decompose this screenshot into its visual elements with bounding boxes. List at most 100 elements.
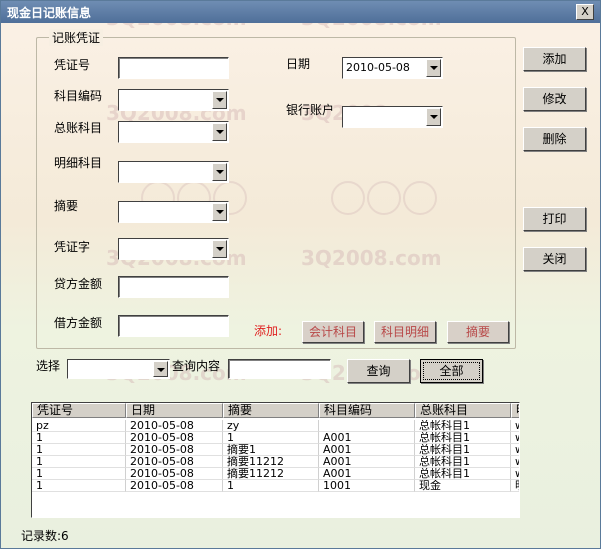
voucher-word-combo[interactable]: [118, 238, 229, 260]
table-cell: 2010-05-08: [126, 420, 223, 432]
table-cell: 总帐科目1: [415, 444, 511, 456]
column-header[interactable]: 摘要: [223, 403, 319, 418]
table-cell: 1: [32, 444, 126, 456]
column-header[interactable]: 日期: [126, 403, 223, 418]
ledger-subject-combo[interactable]: [118, 121, 229, 143]
summary-label: 摘要: [54, 199, 79, 213]
subject-code-combo[interactable]: [118, 89, 229, 111]
query-content-input[interactable]: [228, 359, 331, 379]
add-button[interactable]: 添加: [523, 47, 586, 71]
print-button[interactable]: 打印: [523, 207, 586, 231]
column-header[interactable]: 明: [511, 403, 519, 418]
chevron-down-icon[interactable]: [212, 203, 227, 221]
add-label: 添加:: [254, 324, 283, 338]
window-title: 现金日记账信息: [7, 6, 92, 20]
column-header[interactable]: 总账科目: [415, 403, 511, 418]
table-cell: A001: [319, 432, 415, 444]
date-label: 日期: [286, 57, 311, 71]
table-cell: [319, 420, 415, 432]
date-picker[interactable]: 2010-05-08: [342, 57, 443, 79]
voucher-group-title: 记账凭证: [49, 29, 104, 46]
voucher-no-label: 凭证号: [54, 58, 91, 72]
select-label: 选择: [36, 359, 61, 373]
add-subject-detail-button[interactable]: 科目明细: [374, 321, 436, 343]
table-cell: 2010-05-08: [126, 444, 223, 456]
add-summary-button[interactable]: 摘要: [447, 321, 509, 343]
table-row[interactable]: pz 2010-05-08 zy 总帐科目1 w: [32, 420, 519, 432]
voucher-no-input[interactable]: [118, 57, 229, 79]
ledger-subject-label: 总账科目: [54, 121, 103, 135]
table-cell: pz: [32, 420, 126, 432]
chevron-down-icon[interactable]: [426, 108, 441, 126]
table-cell: 总帐科目1: [415, 468, 511, 480]
table-cell: 明: [511, 480, 519, 492]
credit-amount-input[interactable]: [118, 276, 229, 298]
table-row[interactable]: 1 2010-05-08 摘要11212 A001 总帐科目1 w: [32, 468, 519, 480]
delete-button[interactable]: 删除: [523, 127, 586, 151]
chevron-down-icon[interactable]: [212, 91, 227, 109]
table-cell: 现金: [415, 480, 511, 492]
debit-amount-input[interactable]: [118, 315, 229, 337]
chevron-down-icon[interactable]: [212, 240, 227, 258]
column-header[interactable]: 凭证号: [32, 403, 126, 418]
add-accounting-subject-button[interactable]: 会计科目: [302, 321, 364, 343]
modify-button[interactable]: 修改: [523, 87, 586, 111]
close-button[interactable]: 关闭: [523, 247, 586, 271]
table-cell: 2010-05-08: [126, 456, 223, 468]
all-button[interactable]: 全部: [420, 359, 483, 383]
voucher-word-label: 凭证字: [54, 240, 91, 254]
detail-subject-label: 明细科目: [54, 156, 103, 170]
records-table[interactable]: 凭证号 日期 摘要 科目编码 总账科目 明 pz 2010-05-08 zy 总…: [31, 402, 520, 518]
table-cell: 1: [223, 432, 319, 444]
record-count: 记录数:6: [21, 529, 69, 543]
table-cell: 2010-05-08: [126, 480, 223, 492]
subject-code-label: 科目编码: [54, 89, 103, 103]
table-cell: w: [511, 444, 519, 456]
date-value: 2010-05-08: [346, 61, 410, 74]
bank-account-label: 银行账户: [286, 103, 335, 117]
chevron-down-icon[interactable]: [212, 123, 227, 141]
close-window-button[interactable]: X: [576, 4, 594, 20]
voucher-group-box: [36, 37, 516, 349]
table-cell: w: [511, 420, 519, 432]
table-cell: w: [511, 468, 519, 480]
chevron-down-icon[interactable]: [426, 59, 441, 77]
table-cell: w: [511, 456, 519, 468]
summary-combo[interactable]: [118, 201, 229, 223]
table-cell: 摘要11212: [223, 468, 319, 480]
table-cell: 1: [32, 432, 126, 444]
chevron-down-icon[interactable]: [153, 361, 168, 377]
table-row[interactable]: 1 2010-05-08 摘要11212 A001 总帐科目1 w: [32, 456, 519, 468]
table-cell: w: [511, 432, 519, 444]
table-cell: 总帐科目1: [415, 432, 511, 444]
query-content-label: 查询内容: [172, 359, 221, 373]
cash-journal-window: 3Q2008.com 3Q2008.com 3Q2008.com 3Q2008.…: [0, 0, 601, 549]
table-cell: 1: [32, 456, 126, 468]
table-cell: 1: [223, 480, 319, 492]
credit-amount-label: 贷方金额: [54, 277, 103, 291]
bank-account-combo[interactable]: [342, 106, 443, 128]
table-cell: A001: [319, 468, 415, 480]
table-row[interactable]: 1 2010-05-08 1 1001 现金 明: [32, 480, 519, 492]
table-cell: 1: [32, 480, 126, 492]
table-cell: 摘要11212: [223, 456, 319, 468]
detail-subject-combo[interactable]: [118, 161, 229, 183]
debit-amount-label: 借方金额: [54, 316, 103, 330]
table-row[interactable]: 1 2010-05-08 1 A001 总帐科目1 w: [32, 432, 519, 444]
title-bar: 现金日记账信息 X: [1, 1, 600, 23]
table-cell: 1001: [319, 480, 415, 492]
table-cell: 1: [32, 468, 126, 480]
table-cell: 总帐科目1: [415, 456, 511, 468]
column-header[interactable]: 科目编码: [319, 403, 415, 418]
table-row[interactable]: 1 2010-05-08 摘要1 A001 总帐科目1 w: [32, 444, 519, 456]
table-cell: A001: [319, 444, 415, 456]
search-field-combo[interactable]: [67, 359, 170, 379]
table-cell: zy: [223, 420, 319, 432]
table-cell: 总帐科目1: [415, 420, 511, 432]
table-cell: 摘要1: [223, 444, 319, 456]
table-cell: 2010-05-08: [126, 468, 223, 480]
table-cell: 2010-05-08: [126, 432, 223, 444]
chevron-down-icon[interactable]: [212, 163, 227, 181]
table-cell: A001: [319, 456, 415, 468]
query-button[interactable]: 查询: [347, 359, 410, 383]
